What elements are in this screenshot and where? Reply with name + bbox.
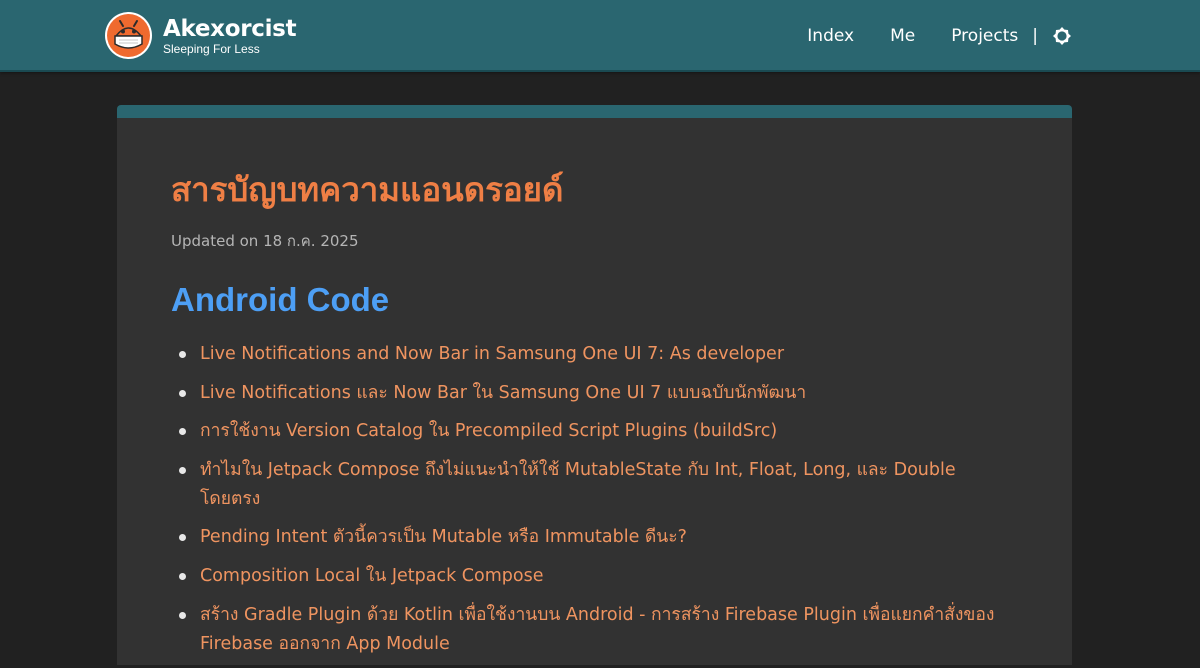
site-title: Akexorcist <box>163 15 297 42</box>
updated-date: Updated on 18 ก.ค. 2025 <box>171 232 359 250</box>
nav-separator: | <box>1032 26 1038 46</box>
article-link[interactable]: สร้าง Gradle Plugin ด้วย Kotlin เพื่อใช้… <box>200 605 994 654</box>
brand-text: Akexorcist Sleeping For Less <box>163 15 297 56</box>
section-heading-android-code: Android Code <box>171 281 390 318</box>
list-item: Live Notifications and Now Bar in Samsun… <box>179 340 1010 369</box>
article-link[interactable]: Composition Local ใน Jetpack Compose <box>200 566 543 586</box>
nav-link-me[interactable]: Me <box>890 26 915 46</box>
android-mascot-icon <box>105 12 152 59</box>
article-list: Live Notifications and Now Bar in Samsun… <box>171 340 1010 668</box>
list-item: ทำไมใน Jetpack Compose ถึงไม่แนะนำให้ใช้… <box>179 456 1010 514</box>
list-item: สร้าง Gradle Plugin ด้วย Kotlin เพื่อใช้… <box>179 601 1010 659</box>
nav-link-index[interactable]: Index <box>807 26 854 46</box>
sun-icon[interactable] <box>1052 26 1072 46</box>
list-item: Live Notifications และ Now Bar ใน Samsun… <box>179 379 1010 408</box>
article-link[interactable]: Pending Intent ตัวนี้ควรเป็น Mutable หรื… <box>200 527 687 547</box>
content-card: สารบัญบทความแอนดรอยด์ Updated on 18 ก.ค.… <box>117 105 1072 665</box>
site-subtitle: Sleeping For Less <box>163 41 260 56</box>
list-item: Pending Intent ตัวนี้ควรเป็น Mutable หรื… <box>179 523 1010 552</box>
list-item: Composition Local ใน Jetpack Compose <box>179 562 1010 591</box>
site-header: Akexorcist Sleeping For Less Index Me Pr… <box>0 0 1200 72</box>
nav-link-projects[interactable]: Projects <box>951 26 1018 46</box>
article-link[interactable]: Live Notifications and Now Bar in Samsun… <box>200 344 784 364</box>
article-link[interactable]: Live Notifications และ Now Bar ใน Samsun… <box>200 383 806 403</box>
article-link[interactable]: การใช้งาน Version Catalog ใน Precompiled… <box>200 421 777 441</box>
page-title: สารบัญบทความแอนดรอยด์ <box>171 170 564 209</box>
list-item: การใช้งาน Version Catalog ใน Precompiled… <box>179 417 1010 446</box>
article-link[interactable]: ทำไมใน Jetpack Compose ถึงไม่แนะนำให้ใช้… <box>200 460 956 509</box>
site-brand[interactable]: Akexorcist Sleeping For Less <box>105 12 297 59</box>
main-nav: Index Me Projects | <box>807 24 1072 48</box>
